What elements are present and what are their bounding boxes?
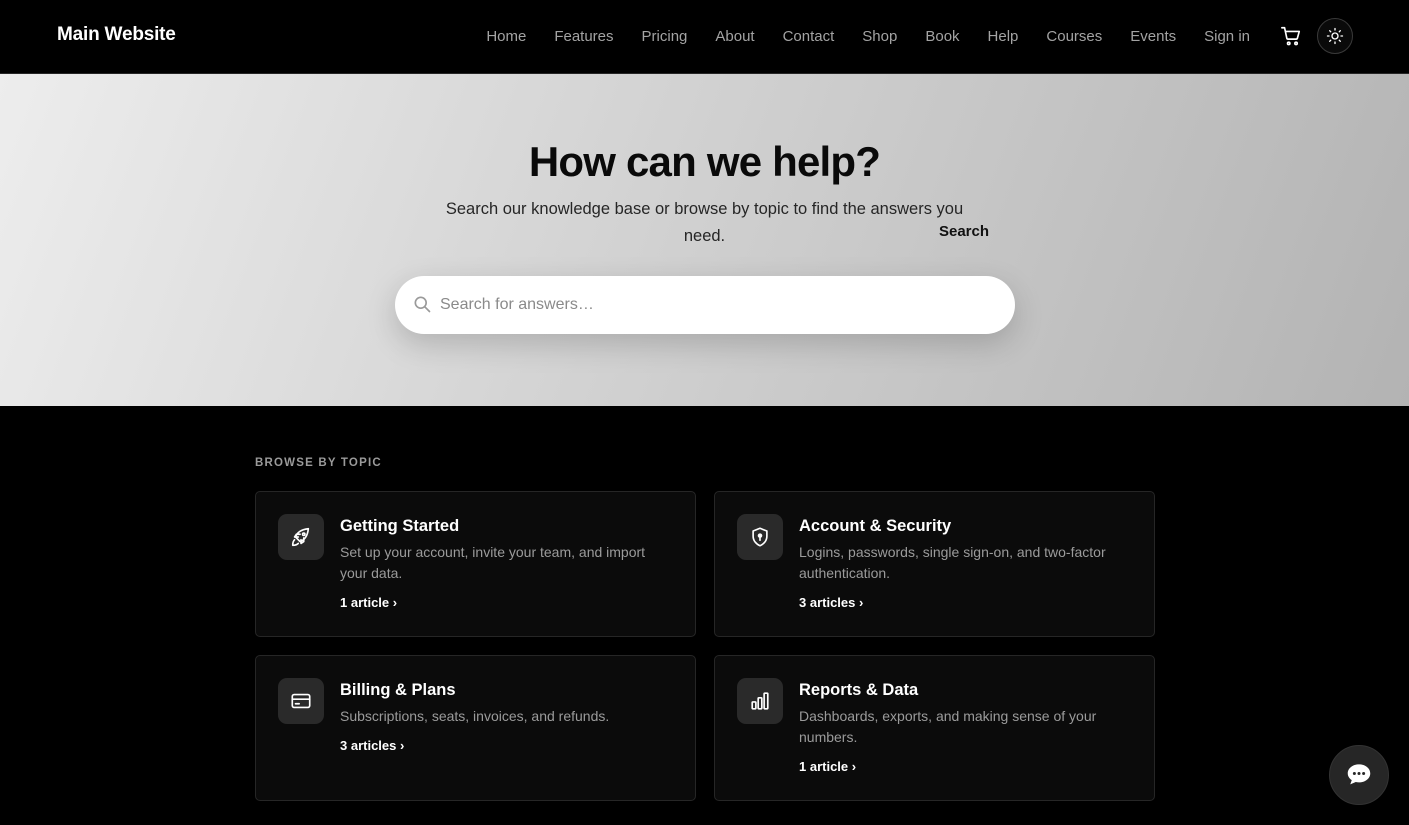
chat-button[interactable] bbox=[1329, 745, 1389, 805]
card-icon-container bbox=[278, 514, 324, 560]
nav-features[interactable]: Features bbox=[554, 28, 613, 45]
nav-sign-in[interactable]: Sign in bbox=[1204, 28, 1250, 45]
main-nav: Home Features Pricing About Contact Shop… bbox=[486, 0, 1250, 73]
search-icon bbox=[414, 296, 431, 313]
card-article-link[interactable]: 3 articles › bbox=[340, 738, 404, 753]
card-article-link[interactable]: 3 articles › bbox=[799, 595, 863, 610]
hero-section: How can we help? Search our knowledge ba… bbox=[0, 74, 1409, 406]
bar-chart-icon bbox=[751, 692, 769, 710]
nav-home[interactable]: Home bbox=[486, 28, 526, 45]
nav-about[interactable]: About bbox=[715, 28, 754, 45]
search-input[interactable] bbox=[440, 290, 910, 320]
search-bar bbox=[395, 276, 1015, 334]
card-icon-container bbox=[278, 678, 324, 724]
topic-card-billing-plans[interactable]: Billing & Plans Subscriptions, seats, in… bbox=[255, 655, 696, 801]
card-description: Set up your account, invite your team, a… bbox=[340, 544, 646, 581]
nav-help[interactable]: Help bbox=[988, 28, 1019, 45]
nav-events[interactable]: Events bbox=[1130, 28, 1176, 45]
credit-card-icon bbox=[291, 693, 311, 709]
cart-icon bbox=[1281, 26, 1301, 46]
topic-card-getting-started[interactable]: Getting Started Set up your account, inv… bbox=[255, 491, 696, 637]
card-title: Account & Security bbox=[799, 517, 952, 535]
chat-bubble-icon bbox=[1347, 764, 1371, 785]
card-description: Dashboards, exports, and making sense of… bbox=[799, 708, 1097, 745]
rocket-icon bbox=[291, 527, 310, 547]
search-button[interactable]: Search bbox=[925, 211, 1003, 251]
nav-courses[interactable]: Courses bbox=[1046, 28, 1102, 45]
nav-book[interactable]: Book bbox=[925, 28, 959, 45]
card-article-link[interactable]: 1 article › bbox=[340, 595, 397, 610]
brand-logo[interactable]: Main Website bbox=[57, 24, 176, 46]
shield-icon bbox=[752, 527, 768, 547]
card-article-link[interactable]: 1 article › bbox=[799, 759, 856, 774]
nav-pricing[interactable]: Pricing bbox=[642, 28, 688, 45]
card-icon-container bbox=[737, 678, 783, 724]
card-title: Reports & Data bbox=[799, 681, 919, 699]
section-label: BROWSE BY TOPIC bbox=[255, 457, 382, 469]
nav-shop[interactable]: Shop bbox=[862, 28, 897, 45]
page-title: How can we help? bbox=[528, 138, 881, 185]
topic-card-reports-data[interactable]: Reports & Data Dashboards, exports, and … bbox=[714, 655, 1155, 801]
nav-contact[interactable]: Contact bbox=[783, 28, 835, 45]
site-header: Main Website Home Features Pricing About… bbox=[0, 0, 1409, 74]
card-description: Subscriptions, seats, invoices, and refu… bbox=[340, 708, 610, 724]
hero-subtitle: Search our knowledge base or browse by t… bbox=[445, 200, 964, 245]
card-title: Getting Started bbox=[340, 517, 460, 535]
theme-toggle-button[interactable] bbox=[1317, 18, 1353, 54]
card-title: Billing & Plans bbox=[340, 681, 456, 699]
card-description: Logins, passwords, single sign-on, and t… bbox=[799, 544, 1106, 581]
sun-icon bbox=[1326, 27, 1344, 45]
topic-card-account-security[interactable]: Account & Security Logins, passwords, si… bbox=[714, 491, 1155, 637]
cart-button[interactable] bbox=[1279, 24, 1303, 48]
card-icon-container bbox=[737, 514, 783, 560]
